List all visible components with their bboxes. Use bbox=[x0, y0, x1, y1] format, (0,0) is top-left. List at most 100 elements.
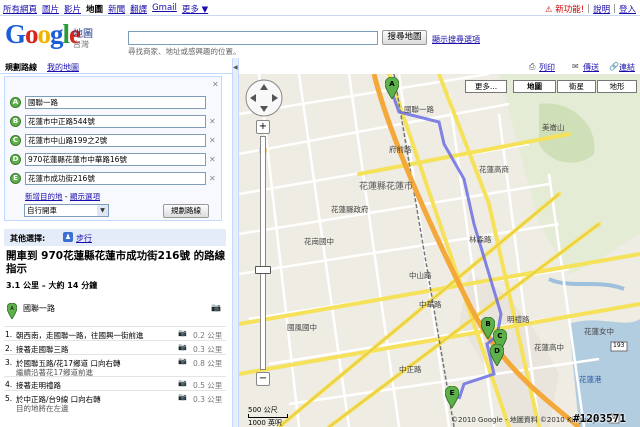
waypoint-b: B 花蓮市中正路544號 ✕ bbox=[10, 114, 216, 128]
step-subtext: 目的地將在左邊 bbox=[16, 404, 69, 413]
map-label: 明禮路 bbox=[507, 315, 530, 324]
direction-step[interactable]: 5. 於中正路/台9線 口向右轉 目的地將在左邊 📷 0.3 公里 bbox=[4, 390, 226, 413]
directions-form: ✕ A 國聯一路 B 花蓮市中正路544號 ✕ C 花蓮市中山路199之2號 ✕… bbox=[4, 76, 222, 221]
zoom-slider[interactable] bbox=[260, 136, 266, 370]
gbar-link-web[interactable]: 所有網頁 bbox=[3, 3, 37, 15]
mail-icon[interactable]: ✉ bbox=[572, 62, 579, 71]
start-address: 國聯一路 bbox=[23, 304, 55, 313]
waypoint-marker-d[interactable]: D bbox=[10, 153, 21, 165]
chevron-down-icon[interactable]: ▼ bbox=[97, 205, 108, 216]
start-marker-icon[interactable]: A bbox=[7, 303, 17, 319]
step-number: 4. bbox=[5, 380, 13, 389]
map-marker-a[interactable]: A bbox=[385, 77, 399, 99]
waypoint-input-c[interactable]: 花蓮市中山路199之2號 bbox=[25, 133, 206, 147]
map-type-map[interactable]: 地圖 bbox=[513, 80, 556, 93]
get-directions-button[interactable]: 規劃路線 bbox=[163, 204, 209, 218]
waypoint-marker-b[interactable]: B bbox=[10, 115, 21, 127]
watermark: #1203571 bbox=[573, 412, 626, 425]
chevron-left-icon[interactable]: ◀ bbox=[233, 64, 238, 71]
directions-steps: 1. 朝西南，走國聯一路，往國興一街前進 📷 0.2 公里 2. 接著走國聯三路… bbox=[4, 326, 226, 413]
waypoint-input-e[interactable]: 花蓮市成功街216號 bbox=[25, 171, 206, 185]
map-label: 花蓮女中 bbox=[584, 327, 614, 336]
map-label: 花蓮高中 bbox=[534, 343, 564, 352]
help-link[interactable]: 說明 bbox=[593, 3, 610, 15]
route-summary: 3.1 公里 – 大約 14 分鐘 bbox=[6, 281, 98, 290]
show-options-link[interactable]: 顯示選項 bbox=[70, 192, 100, 201]
travel-mode-select[interactable]: 自行開車 ▼ bbox=[24, 204, 109, 217]
zoom-out-button[interactable]: − bbox=[256, 372, 270, 386]
print-icon[interactable]: ⎙ bbox=[529, 62, 535, 72]
waypoint-d: D 970花蓮縣花蓮市中華路16號 ✕ bbox=[10, 152, 216, 166]
add-destination-link[interactable]: 新增目的地 bbox=[25, 192, 63, 201]
remove-icon[interactable]: ✕ bbox=[209, 117, 216, 126]
walking-link[interactable]: 步行 bbox=[76, 233, 92, 244]
step-number: 3. bbox=[5, 358, 13, 367]
sidebar-collapse-handle[interactable]: ◀ bbox=[232, 58, 239, 427]
travel-mode-value: 自行開車 bbox=[27, 206, 57, 215]
zoom-slider-handle[interactable] bbox=[255, 266, 271, 274]
step-number: 5. bbox=[5, 394, 13, 403]
direction-step[interactable]: 1. 朝西南，走國聯一路，往國興一街前進 📷 0.2 公里 bbox=[4, 326, 226, 340]
remove-icon[interactable]: ✕ bbox=[209, 136, 216, 145]
camera-icon[interactable]: 📷 bbox=[178, 379, 187, 387]
send-link[interactable]: 傳送 bbox=[583, 62, 599, 73]
waypoint-marker-c[interactable]: C bbox=[10, 134, 21, 146]
map-type-more[interactable]: 更多... bbox=[465, 80, 507, 93]
map-type-satellite[interactable]: 衛星 bbox=[557, 80, 596, 93]
new-features-link[interactable]: 新功能! bbox=[555, 3, 584, 15]
close-icon[interactable]: ✕ bbox=[212, 80, 219, 89]
gbar-link-news[interactable]: 新聞 bbox=[108, 3, 125, 15]
direction-step[interactable]: 3. 於國聯五路/花17鄉道 口向右轉 繼續沿著花17鄉道前進 📷 0.8 公里 bbox=[4, 354, 226, 377]
camera-icon[interactable]: 📷 bbox=[178, 393, 187, 401]
gbar-link-maps[interactable]: 地圖 bbox=[86, 3, 103, 15]
sign-in-link[interactable]: 登入 bbox=[619, 3, 636, 15]
search-input[interactable] bbox=[128, 31, 378, 45]
camera-icon[interactable]: 📷 bbox=[211, 303, 221, 312]
print-link[interactable]: 列印 bbox=[539, 62, 555, 73]
remove-icon[interactable]: ✕ bbox=[209, 155, 216, 164]
map-label: 國風國中 bbox=[287, 323, 317, 332]
step-number: 2. bbox=[5, 344, 13, 353]
waypoint-input-a[interactable]: 國聯一路 bbox=[25, 95, 206, 109]
search-options-link[interactable]: 顯示搜尋選項 bbox=[432, 34, 480, 45]
alternatives-label: 其他選擇: bbox=[10, 234, 46, 243]
camera-icon[interactable]: 📷 bbox=[178, 329, 187, 337]
logo-maps-label: 地圖 bbox=[73, 29, 93, 40]
direction-step[interactable]: 4. 接著走明禮路 📷 0.5 公里 bbox=[4, 376, 226, 390]
waypoint-marker-e[interactable]: E bbox=[10, 172, 21, 184]
map-type-terrain[interactable]: 地形 bbox=[597, 80, 637, 93]
gbar-divider bbox=[0, 15, 640, 16]
gbar-link-gmail[interactable]: Gmail bbox=[152, 3, 177, 15]
tab-my-maps[interactable]: 我的地圖 bbox=[47, 62, 79, 73]
svg-text:A: A bbox=[389, 80, 395, 88]
map-label: 花蓮縣花蓮市 bbox=[359, 182, 414, 192]
tab-directions[interactable]: 規劃路線 bbox=[5, 62, 37, 73]
direction-step[interactable]: 2. 接著走國聯三路 📷 0.3 公里 bbox=[4, 340, 226, 354]
waypoint-marker-a[interactable]: A bbox=[10, 96, 21, 108]
gbar-link-translate[interactable]: 翻譯 bbox=[130, 3, 147, 15]
map-canvas[interactable]: 更多... 地圖 衛星 地形 + − 花蓮縣花蓮市 美崙山 花蓮高商 花蓮女中 … bbox=[239, 74, 640, 427]
pan-control[interactable] bbox=[244, 78, 284, 118]
sidebar: 規劃路線 我的地圖 ✕ A 國聯一路 B 花蓮市中正路544號 ✕ C 花蓮市中… bbox=[0, 58, 232, 427]
map-marker-e[interactable]: E bbox=[445, 386, 459, 408]
map-marker-d[interactable]: D bbox=[490, 344, 504, 366]
gbar-link-more[interactable]: 更多 ▼ bbox=[182, 3, 208, 15]
waypoint-input-d[interactable]: 970花蓮縣花蓮市中華路16號 bbox=[25, 152, 206, 166]
map-scale: 500 公尺 1000 英呎 bbox=[248, 405, 288, 427]
camera-icon[interactable]: 📷 bbox=[178, 357, 187, 365]
zoom-in-button[interactable]: + bbox=[256, 120, 270, 134]
alternatives-bar: 其他選擇: ♟ 步行 bbox=[4, 229, 226, 246]
gbar-link-videos[interactable]: 影片 bbox=[64, 3, 81, 15]
map-label: 中山路 bbox=[409, 271, 432, 280]
link-link[interactable]: 連結 bbox=[619, 62, 635, 73]
walking-icon[interactable]: ♟ bbox=[63, 232, 73, 242]
remove-icon[interactable]: ✕ bbox=[209, 174, 216, 183]
google-logo[interactable]: Google bbox=[5, 21, 81, 48]
route-title: 開車到 970花蓮縣花蓮市成功街216號 的路線指示 bbox=[6, 250, 226, 275]
google-bar: 所有網頁 圖片 影片 地圖 新聞 翻譯 Gmail 更多 ▼ ⚠ 新功能! | … bbox=[0, 0, 640, 15]
search-maps-button[interactable]: 搜尋地圖 bbox=[382, 30, 427, 45]
camera-icon[interactable]: 📷 bbox=[178, 343, 187, 351]
waypoint-input-b[interactable]: 花蓮市中正路544號 bbox=[25, 114, 206, 128]
gbar-link-images[interactable]: 圖片 bbox=[42, 3, 59, 15]
link-icon[interactable]: 🔗 bbox=[609, 62, 619, 71]
